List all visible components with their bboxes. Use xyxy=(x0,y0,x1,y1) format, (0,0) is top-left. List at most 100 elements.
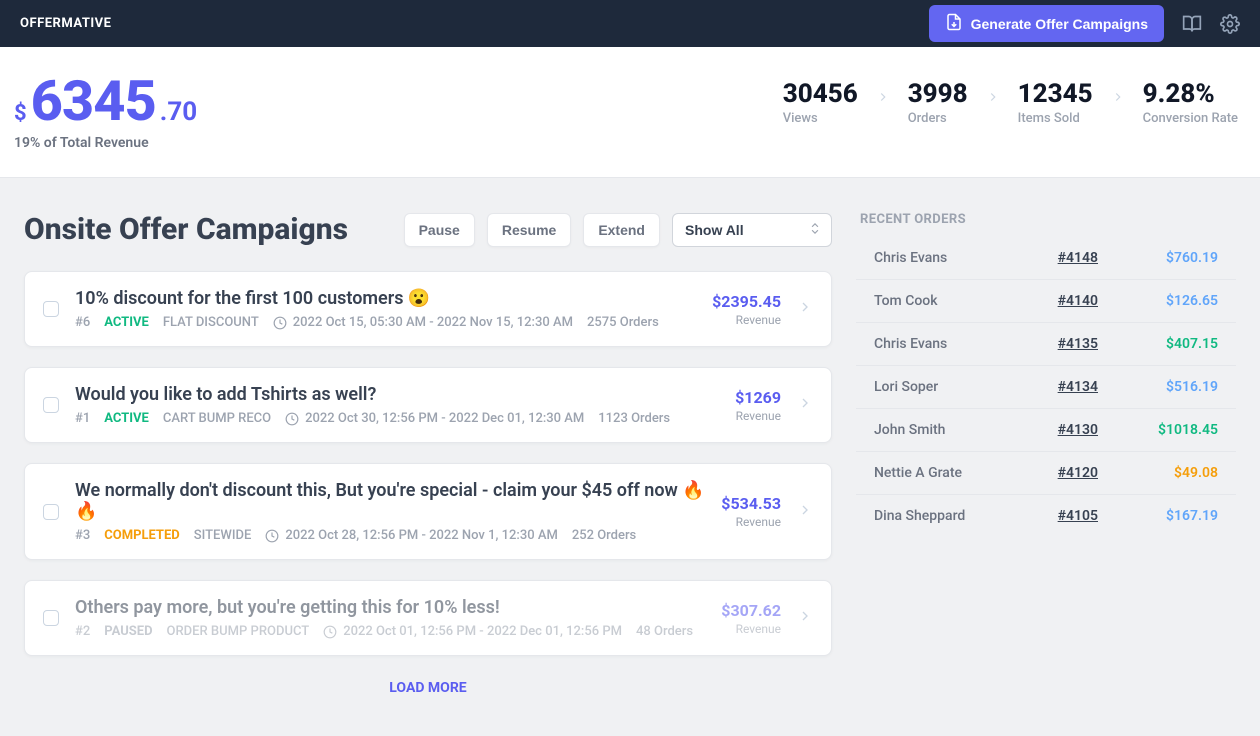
campaign-body: Others pay more, but you're getting this… xyxy=(75,597,705,639)
order-row: Tom Cook #4140 $126.65 xyxy=(856,280,1236,323)
campaigns-column: Onsite Offer Campaigns Pause Resume Exte… xyxy=(24,212,832,708)
campaign-title: 10% discount for the first 100 customers… xyxy=(75,288,696,309)
campaign-card[interactable]: We normally don't discount this, But you… xyxy=(24,463,832,560)
order-amount: $126.65 xyxy=(1138,293,1218,309)
generate-icon xyxy=(945,13,963,34)
campaign-checkbox[interactable] xyxy=(43,504,59,520)
page-title: Onsite Offer Campaigns xyxy=(24,212,348,247)
generate-offer-button[interactable]: Generate Offer Campaigns xyxy=(929,5,1164,42)
top-bar-right: Generate Offer Campaigns xyxy=(929,5,1240,42)
campaign-dates: 2022 Oct 30, 12:56 PM - 2022 Dec 01, 12:… xyxy=(285,411,584,426)
campaign-title: We normally don't discount this, But you… xyxy=(75,480,705,522)
recent-orders-column: RECENT ORDERS Chris Evans #4148 $760.19 … xyxy=(856,212,1236,537)
stats-list: 30456 Views 3998 Orders 12345 Items Sold… xyxy=(783,79,1238,126)
order-id-link[interactable]: #4130 xyxy=(1058,422,1098,438)
order-amount: $516.19 xyxy=(1138,379,1218,395)
campaign-card[interactable]: 10% discount for the first 100 customers… xyxy=(24,271,832,347)
campaign-revenue-label: Revenue xyxy=(721,515,781,529)
order-id-link[interactable]: #4135 xyxy=(1058,336,1098,352)
campaign-list: 10% discount for the first 100 customers… xyxy=(24,271,832,656)
order-customer: Nettie A Grate xyxy=(874,465,1058,481)
order-amount: $760.19 xyxy=(1138,250,1218,266)
campaign-meta: #6 ACTIVE FLAT DISCOUNT 2022 Oct 15, 05:… xyxy=(75,315,696,330)
order-customer: Chris Evans xyxy=(874,250,1058,266)
campaign-status: COMPLETED xyxy=(104,528,180,543)
campaign-card[interactable]: Others pay more, but you're getting this… xyxy=(24,580,832,656)
stat-value: 12345 xyxy=(1018,79,1093,109)
load-more-button[interactable]: LOAD MORE xyxy=(24,676,832,708)
campaign-revenue: $307.62 Revenue xyxy=(721,601,781,636)
campaign-number: #2 xyxy=(75,624,90,639)
campaign-revenue-value: $1269 xyxy=(735,388,781,407)
order-id-link[interactable]: #4140 xyxy=(1058,293,1098,309)
book-icon[interactable] xyxy=(1182,14,1202,34)
campaign-dates: 2022 Oct 15, 05:30 AM - 2022 Nov 15, 12:… xyxy=(273,315,573,330)
stat-label: Conversion Rate xyxy=(1143,111,1238,126)
clock-icon xyxy=(323,625,337,639)
clock-icon xyxy=(285,412,299,426)
order-customer: Chris Evans xyxy=(874,336,1058,352)
order-row: Lori Soper #4134 $516.19 xyxy=(856,366,1236,409)
order-row: Dina Sheppard #4105 $167.19 xyxy=(856,495,1236,537)
recent-orders-title: RECENT ORDERS xyxy=(856,212,1236,227)
revenue-amount: $ 6345 .70 xyxy=(14,73,197,129)
stat-value: 30456 xyxy=(783,79,858,109)
stat-label: Views xyxy=(783,111,858,126)
order-id-link[interactable]: #4148 xyxy=(1058,250,1098,266)
campaign-checkbox[interactable] xyxy=(43,397,59,413)
campaign-revenue-value: $307.62 xyxy=(721,601,781,620)
campaign-body: 10% discount for the first 100 customers… xyxy=(75,288,696,330)
main-content: Onsite Offer Campaigns Pause Resume Exte… xyxy=(0,178,1260,732)
campaign-body: We normally don't discount this, But you… xyxy=(75,480,705,543)
campaign-type: FLAT DISCOUNT xyxy=(163,315,259,330)
campaign-status: ACTIVE xyxy=(104,411,149,426)
campaign-revenue: $2395.45 Revenue xyxy=(712,292,781,327)
stat-item: 12345 Items Sold xyxy=(1018,79,1093,126)
clock-icon xyxy=(273,316,287,330)
filter-select-wrap: Show All xyxy=(672,213,832,247)
order-amount: $167.19 xyxy=(1138,508,1218,524)
currency-symbol: $ xyxy=(14,101,27,126)
campaign-title: Others pay more, but you're getting this… xyxy=(75,597,705,618)
extend-button[interactable]: Extend xyxy=(583,213,660,247)
stat-value: 3998 xyxy=(908,79,968,109)
order-amount: $49.08 xyxy=(1138,465,1218,481)
resume-button[interactable]: Resume xyxy=(487,213,571,247)
page-header: Onsite Offer Campaigns Pause Resume Exte… xyxy=(24,212,832,247)
stats-bar: $ 6345 .70 19% of Total Revenue 30456 Vi… xyxy=(0,47,1260,178)
campaign-card[interactable]: Would you like to add Tshirts as well? #… xyxy=(24,367,832,443)
chevron-right-icon[interactable] xyxy=(797,299,813,319)
chevron-right-icon[interactable] xyxy=(797,608,813,628)
order-id-link[interactable]: #4134 xyxy=(1058,379,1098,395)
campaign-meta: #1 ACTIVE CART BUMP RECO 2022 Oct 30, 12… xyxy=(75,411,719,426)
order-id-link[interactable]: #4105 xyxy=(1058,508,1098,524)
gear-icon[interactable] xyxy=(1220,14,1240,34)
order-customer: John Smith xyxy=(874,422,1058,438)
pause-button[interactable]: Pause xyxy=(404,213,475,247)
campaign-meta: #2 PAUSED ORDER BUMP PRODUCT 2022 Oct 01… xyxy=(75,624,705,639)
order-customer: Tom Cook xyxy=(874,293,1058,309)
top-bar: OFFERMATIVE Generate Offer Campaigns xyxy=(0,0,1260,47)
filter-select[interactable]: Show All xyxy=(672,213,832,247)
campaign-orders: 1123 Orders xyxy=(598,411,670,426)
stat-item: 9.28% Conversion Rate xyxy=(1143,79,1238,126)
order-customer: Lori Soper xyxy=(874,379,1058,395)
campaign-checkbox[interactable] xyxy=(43,301,59,317)
campaign-revenue: $1269 Revenue xyxy=(735,388,781,423)
campaign-number: #6 xyxy=(75,315,90,330)
recent-orders-list: Chris Evans #4148 $760.19 Tom Cook #4140… xyxy=(856,237,1236,537)
stat-item: 3998 Orders xyxy=(908,79,968,126)
campaign-orders: 48 Orders xyxy=(636,624,693,639)
stat-item: 30456 Views xyxy=(783,79,858,126)
chevron-right-icon xyxy=(876,89,890,108)
order-id-link[interactable]: #4120 xyxy=(1058,465,1098,481)
stat-value: 9.28% xyxy=(1143,79,1238,109)
chevron-right-icon[interactable] xyxy=(797,395,813,415)
order-row: John Smith #4130 $1018.45 xyxy=(856,409,1236,452)
campaign-checkbox[interactable] xyxy=(43,610,59,626)
chevron-right-icon[interactable] xyxy=(797,502,813,522)
campaign-body: Would you like to add Tshirts as well? #… xyxy=(75,384,719,426)
order-customer: Dina Sheppard xyxy=(874,508,1058,524)
campaign-number: #3 xyxy=(75,528,90,543)
campaign-dates: 2022 Oct 28, 12:56 PM - 2022 Nov 1, 12:3… xyxy=(265,528,557,543)
